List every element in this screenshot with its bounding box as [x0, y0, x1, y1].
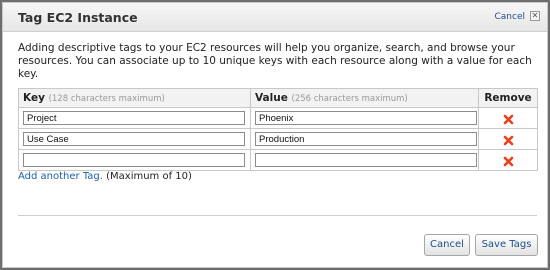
add-another-tag-link[interactable]: Add another Tag.	[18, 171, 103, 182]
close-icon[interactable]: ✕	[530, 11, 540, 21]
footer-divider	[18, 215, 537, 216]
tag-instance-dialog: Tag EC2 Instance Cancel ✕ Adding descrip…	[2, 2, 548, 268]
value-cell	[250, 107, 479, 129]
max-tags-note: (Maximum of 10)	[106, 171, 192, 182]
remove-tag-icon[interactable]	[503, 114, 514, 125]
tag-value-input[interactable]	[255, 132, 477, 146]
dialog-description: Adding descriptive tags to your EC2 reso…	[18, 42, 532, 80]
value-header-label: Value	[255, 92, 288, 104]
add-tag-row: Add another Tag. (Maximum of 10)	[18, 171, 192, 182]
tags-table-header: Key (128 characters maximum) Value (256 …	[18, 88, 538, 108]
key-header-label: Key	[23, 92, 45, 104]
dialog-title: Tag EC2 Instance	[18, 10, 138, 25]
remove-column-header: Remove	[478, 88, 538, 108]
save-tags-button[interactable]: Save Tags	[475, 234, 538, 256]
table-row	[18, 107, 538, 129]
value-column-header: Value (256 characters maximum)	[250, 88, 479, 108]
tag-key-input[interactable]	[23, 132, 245, 146]
tag-key-input[interactable]	[23, 153, 245, 167]
title-cancel-link[interactable]: Cancel	[495, 12, 526, 22]
tag-value-input[interactable]	[255, 111, 477, 125]
remove-cell	[478, 149, 538, 171]
value-hint: (256 characters maximum)	[291, 94, 408, 104]
key-hint: (128 characters maximum)	[48, 94, 165, 104]
value-cell	[250, 128, 479, 150]
tag-value-input[interactable]	[255, 153, 477, 167]
key-cell	[18, 128, 251, 150]
table-row	[18, 149, 538, 171]
key-cell	[18, 107, 251, 129]
remove-cell	[478, 128, 538, 150]
key-column-header: Key (128 characters maximum)	[18, 88, 251, 108]
dialog-titlebar: Tag EC2 Instance Cancel ✕	[3, 3, 547, 32]
cancel-button[interactable]: Cancel	[424, 234, 470, 256]
remove-tag-icon[interactable]	[503, 156, 514, 167]
key-cell	[18, 149, 251, 171]
remove-tag-icon[interactable]	[503, 135, 514, 146]
value-cell	[250, 149, 479, 171]
table-row	[18, 128, 538, 150]
tag-key-input[interactable]	[23, 111, 245, 125]
remove-cell	[478, 107, 538, 129]
tags-table: Key (128 characters maximum) Value (256 …	[18, 88, 538, 171]
